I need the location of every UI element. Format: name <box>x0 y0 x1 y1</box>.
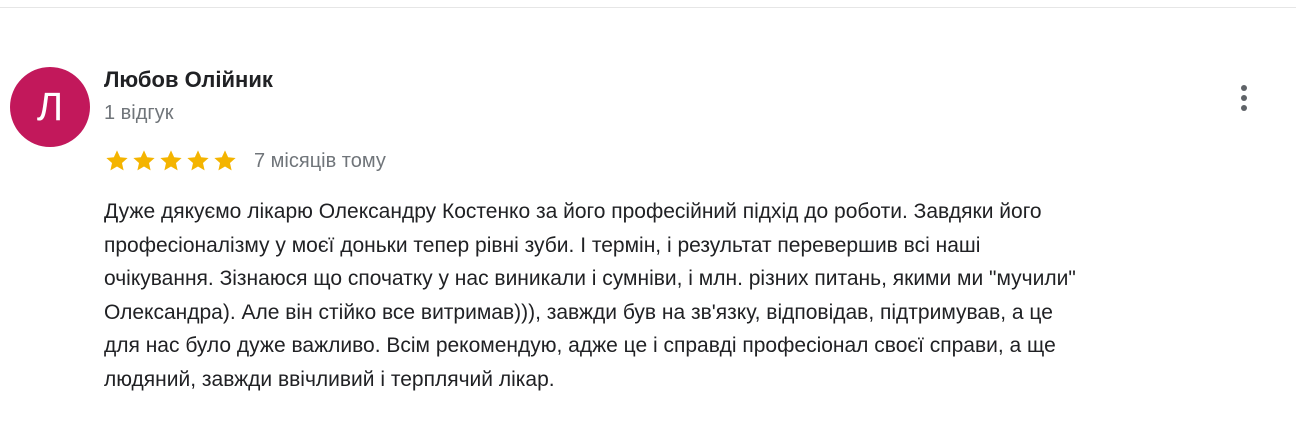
review-text-line: очікування. Зізнаюся що спочатку у нас в… <box>104 267 1076 290</box>
star-icon <box>106 150 128 171</box>
review-text-line: для нас було дуже важливо. Всім рекоменд… <box>104 334 1056 357</box>
rating-row: 7 місяців тому <box>104 146 386 176</box>
review-card: Л Любов Олійник 1 відгук 7 місяців тому … <box>0 0 1312 428</box>
author-review-count: 1 відгук <box>104 102 174 124</box>
review-text: Дуже дякуємо лікарю Олександру Костенко … <box>104 195 1309 396</box>
review-date: 7 місяців тому <box>254 149 386 172</box>
review-text-line: професіоналізму у моєї доньки тепер рівн… <box>104 233 981 257</box>
review-text-line: людяний, завжди ввічливий і терплячий лі… <box>104 367 555 391</box>
more-vert-icon <box>1241 85 1247 111</box>
star-rating <box>104 148 238 174</box>
avatar-initial: Л <box>36 85 64 129</box>
star-icon <box>187 150 209 171</box>
review-text-line: Дуже дякуємо лікарю Олександру Костенко … <box>104 200 1042 223</box>
more-options-button[interactable] <box>1224 80 1264 116</box>
top-divider <box>0 7 1296 8</box>
avatar[interactable]: Л <box>10 67 90 147</box>
author-name[interactable]: Любов Олійник <box>104 67 273 93</box>
star-icon <box>160 150 182 171</box>
star-icon <box>214 150 236 171</box>
star-icon <box>133 150 155 171</box>
review-text-line: Олександра). Але він стійко все витримав… <box>104 300 1053 324</box>
